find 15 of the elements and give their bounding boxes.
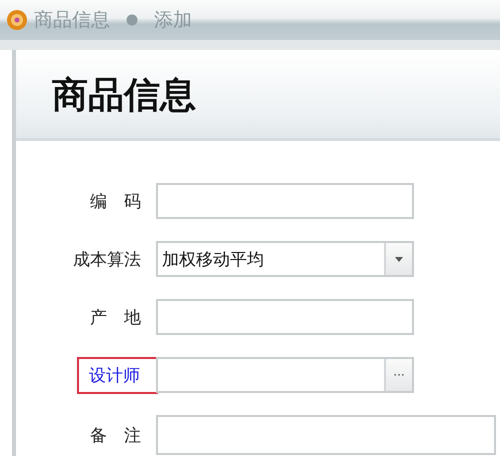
text-field[interactable] [156,299,414,335]
page-title: 商品信息 [52,74,196,118]
lookup-field[interactable]: ··· [156,357,414,393]
field-label: 成本算法 [72,248,142,272]
separator-icon [126,14,138,26]
field-label: 备 注 [89,424,142,448]
field-label: 产 地 [89,306,142,330]
browse-button[interactable]: ··· [384,359,412,391]
notes-field[interactable] [156,415,496,455]
field-link[interactable]: 设计师 [79,358,156,392]
field-label: 编 码 [89,190,142,214]
dropdown-arrow-icon [395,256,403,262]
app-icon [6,9,28,31]
dropdown-field[interactable]: 加权移动平均 [156,241,414,277]
text-field[interactable] [156,183,414,219]
